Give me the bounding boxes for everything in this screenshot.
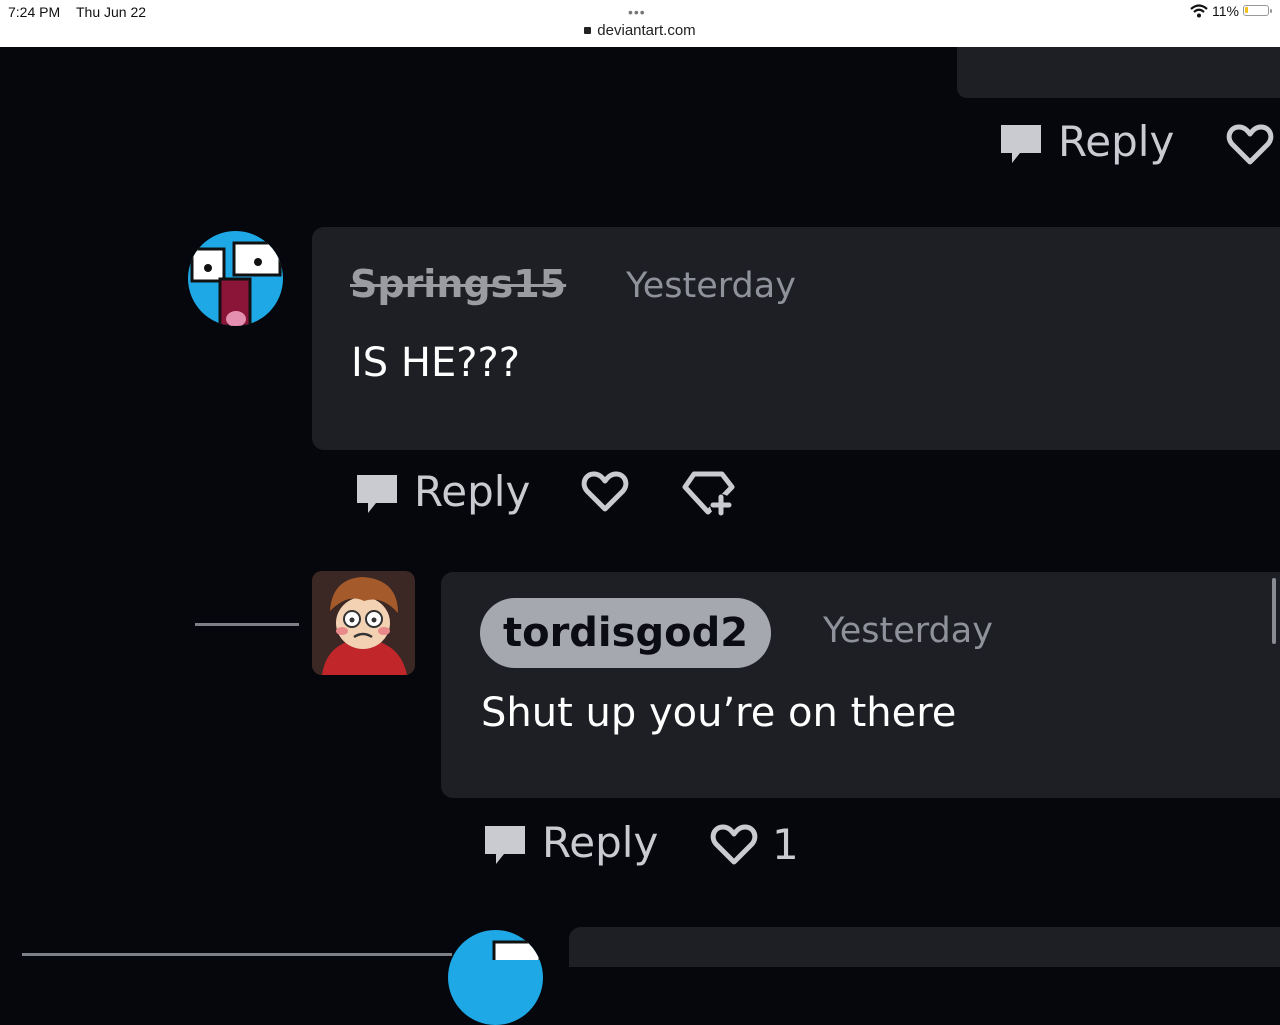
previous-like-button[interactable] xyxy=(1226,123,1274,167)
comment-icon xyxy=(482,820,528,866)
battery-icon xyxy=(1243,5,1272,16)
reply-button[interactable]: Reply xyxy=(354,467,530,516)
battery-percent: 11% xyxy=(1212,3,1239,19)
avatar-tordisgod2[interactable] xyxy=(312,571,415,675)
avatar-springs15[interactable] xyxy=(188,231,283,326)
reply-label: Reply xyxy=(414,467,531,516)
reply-button[interactable]: Reply xyxy=(482,818,658,867)
comment-username-springs15[interactable]: Springs15 xyxy=(350,262,566,306)
scrollbar[interactable] xyxy=(1272,578,1276,644)
comment-text: Shut up you’re on there xyxy=(481,690,957,736)
lock-icon xyxy=(584,27,592,34)
reply-label: Reply xyxy=(542,818,659,867)
status-date: Thu Jun 22 xyxy=(76,4,147,20)
more-dots-icon[interactable]: ••• xyxy=(628,4,646,20)
comment-username-tordisgod2[interactable]: tordisgod2 xyxy=(480,598,771,668)
reply-label: Reply xyxy=(1058,117,1175,166)
comment-icon xyxy=(998,119,1044,165)
thread-connector xyxy=(195,623,299,626)
avatar-face-icon xyxy=(492,940,542,974)
comment-text: IS HE??? xyxy=(351,340,520,386)
browser-status-bar: 7:24 PM Thu Jun 22 ••• deviantart.com 11… xyxy=(0,0,1280,47)
battery-level xyxy=(1245,7,1248,13)
previous-reply-button[interactable]: Reply xyxy=(998,117,1174,166)
previous-comment-bubble xyxy=(957,47,1280,98)
avatar-face-icon xyxy=(190,241,282,326)
status-time: 7:24 PM xyxy=(8,4,61,20)
comment-bubble-springs15 xyxy=(312,227,1280,450)
next-comment-bubble xyxy=(569,927,1280,967)
like-button[interactable] xyxy=(581,470,629,514)
heart-icon xyxy=(1226,123,1274,167)
heart-icon xyxy=(710,823,758,867)
gem-plus-icon xyxy=(682,470,736,518)
comment-icon xyxy=(354,469,400,515)
avatar-character-icon xyxy=(312,571,415,675)
award-button[interactable] xyxy=(682,470,736,518)
comment-time: Yesterday xyxy=(626,266,796,306)
comment-time: Yesterday xyxy=(823,611,993,651)
like-button[interactable]: 1 xyxy=(710,820,799,869)
thread-connector xyxy=(22,953,452,956)
heart-icon xyxy=(581,470,629,514)
avatar-next-comment[interactable] xyxy=(448,930,543,1025)
url-text: deviantart.com xyxy=(597,22,696,39)
like-count: 1 xyxy=(772,820,799,869)
wifi-icon xyxy=(1190,4,1208,18)
address-bar[interactable]: deviantart.com xyxy=(0,22,1280,39)
